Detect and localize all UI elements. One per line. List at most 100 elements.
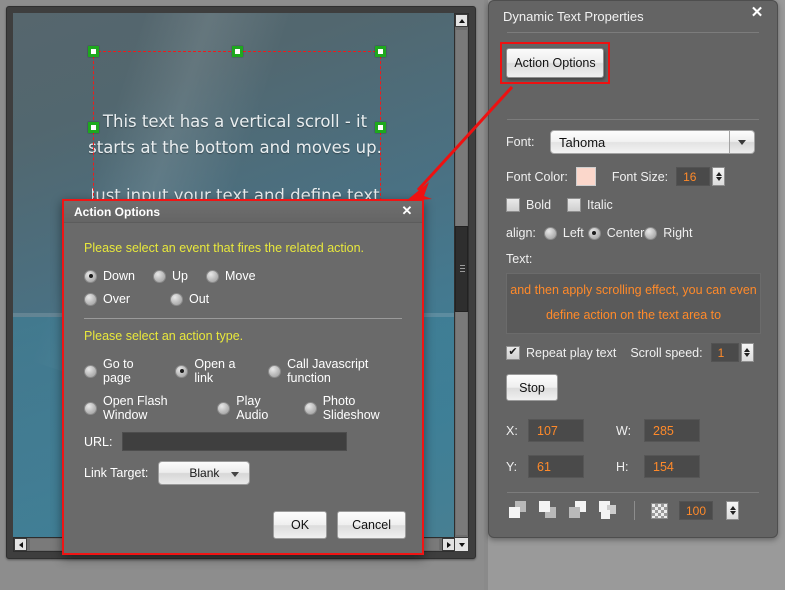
vscroll-up-button[interactable] <box>455 14 468 27</box>
scroll-speed-stepper[interactable] <box>741 343 754 362</box>
italic-label: Italic <box>587 198 613 212</box>
event-radio-over[interactable]: Over <box>84 292 170 306</box>
panel-close-icon[interactable]: ✕ <box>749 5 765 21</box>
align-radio-center[interactable]: Center <box>588 226 645 240</box>
chevron-down-icon <box>231 472 239 477</box>
cancel-button[interactable]: Cancel <box>337 511 406 539</box>
text-content-textarea[interactable]: and then apply scrolling effect, you can… <box>506 273 761 334</box>
resize-handle-top-center[interactable] <box>232 46 243 57</box>
radio-icon <box>268 365 281 378</box>
bold-label: Bold <box>526 198 551 212</box>
bold-checkbox-item[interactable]: Bold <box>506 198 551 212</box>
w-input[interactable]: 285 <box>644 419 700 442</box>
action-radio-open-flash-window[interactable]: Open Flash Window <box>84 394 199 422</box>
opacity-input[interactable]: 100 <box>679 501 713 520</box>
checkbox-icon <box>567 198 581 212</box>
h-input[interactable]: 154 <box>644 455 700 478</box>
event-label-move: Move <box>225 269 256 283</box>
event-radio-move[interactable]: Move <box>206 269 256 283</box>
action-label-play-audio: Play Audio <box>236 394 285 422</box>
align-radio-right[interactable]: Right <box>644 226 692 240</box>
resize-handle-middle-left[interactable] <box>88 122 99 133</box>
event-label-up: Up <box>172 269 188 283</box>
dialog-body: Please select an event that fires the re… <box>64 223 422 485</box>
action-radio-photo-slideshow[interactable]: Photo Slideshow <box>304 394 402 422</box>
font-label: Font: <box>506 135 550 149</box>
action-radio-open-a-link[interactable]: Open a link <box>175 357 250 385</box>
italic-checkbox-item[interactable]: Italic <box>567 198 613 212</box>
properties-panel-body: Dynamic Text Properties ✕ Action Options… <box>488 0 778 538</box>
action-label-call-javascript: Call Javascript function <box>287 357 402 385</box>
dialog-title-text: Action Options <box>74 205 160 219</box>
resize-handle-middle-right[interactable] <box>375 122 386 133</box>
repeat-play-label: Repeat play text <box>526 346 616 360</box>
triangle-right-icon <box>447 542 451 548</box>
resize-handle-top-right[interactable] <box>375 46 386 57</box>
font-family-select[interactable]: Tahoma <box>550 130 730 154</box>
ok-button[interactable]: OK <box>273 511 327 539</box>
action-label-open-a-link: Open a link <box>194 357 250 385</box>
action-label-open-flash-window: Open Flash Window <box>103 394 199 422</box>
canvas-vertical-scrollbar[interactable] <box>454 13 469 552</box>
action-radio-call-javascript[interactable]: Call Javascript function <box>268 357 402 385</box>
radio-icon <box>644 227 657 240</box>
radio-icon <box>170 293 183 306</box>
radio-icon <box>153 270 166 283</box>
event-label-down: Down <box>103 269 135 283</box>
action-radio-go-to-page[interactable]: Go to page <box>84 357 157 385</box>
dialog-footer: OK Cancel <box>273 511 406 539</box>
action-radio-row-2: Open Flash Window Play Audio Photo Slide… <box>84 394 402 422</box>
event-radio-down[interactable]: Down <box>84 269 135 283</box>
font-color-size-row: Font Color: Font Size: 16 <box>506 167 725 186</box>
link-target-label: Link Target: <box>84 466 148 480</box>
stop-button[interactable]: Stop <box>506 374 558 401</box>
h-label: H: <box>616 460 644 474</box>
x-label: X: <box>506 424 528 438</box>
resize-corner-button[interactable] <box>454 537 469 552</box>
vscrollbar-thumb[interactable] <box>455 226 468 312</box>
font-dropdown-button[interactable] <box>730 130 755 154</box>
resize-handle-top-left[interactable] <box>88 46 99 57</box>
hscroll-left-button[interactable] <box>14 538 27 551</box>
dialog-title-bar[interactable]: Action Options ✕ <box>64 201 422 223</box>
x-input[interactable]: 107 <box>528 419 584 442</box>
event-radio-up[interactable]: Up <box>153 269 188 283</box>
link-target-select[interactable]: Blank <box>158 461 250 485</box>
url-label: URL: <box>84 435 112 449</box>
y-input[interactable]: 61 <box>528 455 584 478</box>
transparency-checker-icon[interactable] <box>651 503 668 519</box>
stepper-down-icon <box>730 511 736 515</box>
bring-to-front-icon[interactable] <box>509 501 528 520</box>
link-target-field-row: Link Target: Blank <box>84 461 402 485</box>
align-radio-left[interactable]: Left <box>544 226 584 240</box>
font-size-stepper[interactable] <box>712 167 725 186</box>
editor-window: This text has a vertical scroll - it sta… <box>0 0 484 590</box>
radio-icon <box>544 227 557 240</box>
scroll-speed-input[interactable]: 1 <box>711 343 739 362</box>
align-row: align: Left Center Right <box>506 226 692 240</box>
event-radio-out[interactable]: Out <box>170 292 209 306</box>
align-label-left: Left <box>563 226 584 240</box>
close-icon[interactable]: ✕ <box>400 204 414 218</box>
align-label-right: Right <box>663 226 692 240</box>
font-color-label: Font Color: <box>506 170 568 184</box>
stepper-up-icon <box>716 172 722 176</box>
font-size-input[interactable]: 16 <box>676 167 710 186</box>
send-backward-icon[interactable] <box>569 501 588 520</box>
selection-bounding-box[interactable] <box>93 51 381 206</box>
font-color-swatch[interactable] <box>576 167 596 186</box>
event-radio-row-2: Over Out <box>84 292 402 306</box>
radio-selected-icon <box>175 365 188 378</box>
url-input[interactable] <box>122 432 347 451</box>
send-to-back-icon[interactable] <box>599 501 618 520</box>
repeat-speed-row: Repeat play text Scroll speed: 1 <box>506 343 754 362</box>
align-label: align: <box>506 226 536 240</box>
radio-icon <box>217 402 230 415</box>
panel-divider-top <box>507 32 759 33</box>
action-radio-play-audio[interactable]: Play Audio <box>217 394 285 422</box>
repeat-play-checkbox-item[interactable]: Repeat play text <box>506 346 616 360</box>
radio-icon <box>84 293 97 306</box>
opacity-stepper[interactable] <box>726 501 739 520</box>
stepper-down-icon <box>744 353 750 357</box>
bring-forward-icon[interactable] <box>539 501 558 520</box>
